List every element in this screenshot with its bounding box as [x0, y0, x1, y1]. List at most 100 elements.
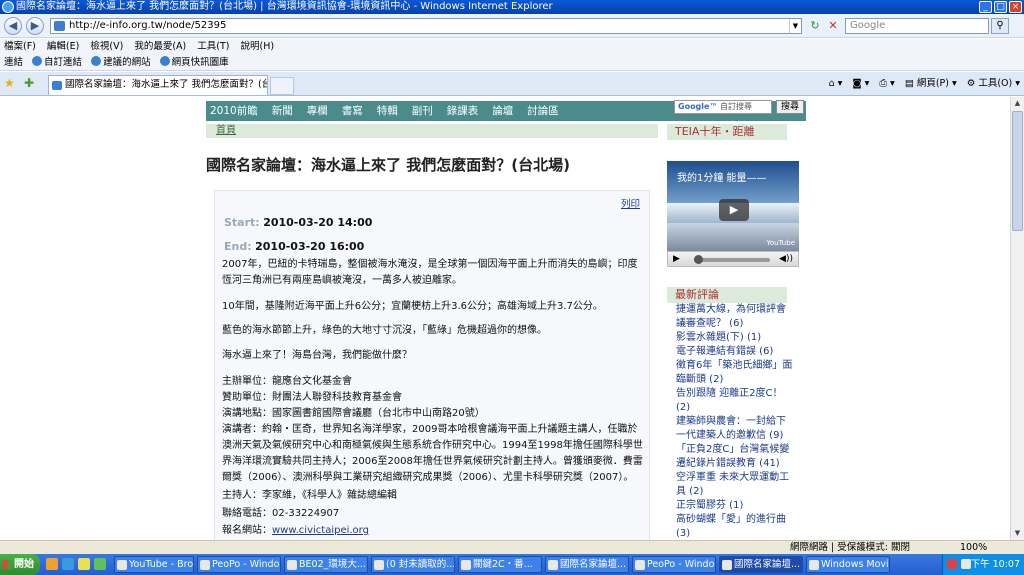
maximize-button[interactable]: □ [994, 1, 1007, 13]
breadcrumb-home[interactable]: 首頁 [216, 125, 236, 136]
minimize-button[interactable]: _ [979, 1, 992, 13]
app-icon [722, 560, 732, 570]
quicklaunch-icon[interactable] [46, 558, 58, 570]
sponsor: 贊助單位：財團法人聯發科技教育基金會 [222, 392, 402, 403]
app-icon [117, 560, 127, 570]
comment-link[interactable]: 告別跟隨 迎離正2度C！ (2) [676, 387, 794, 415]
search-icon[interactable]: ⚲ [991, 18, 1009, 34]
comment-link[interactable]: 捷運萬大線，為何環評會議審查呢？ (6) [676, 303, 794, 331]
app-icon [809, 560, 819, 570]
comment-link[interactable]: 高砂蝴蝶「愛」的進行曲 (3) [676, 513, 794, 540]
app-icon [461, 560, 471, 570]
new-tab-button[interactable] [270, 77, 294, 95]
vertical-scrollbar[interactable]: ▲ ▼ [1010, 97, 1024, 540]
close-button[interactable]: × [1009, 1, 1022, 13]
taskbar-button[interactable]: YouTube - Bro... [114, 556, 194, 573]
taskbar-button[interactable]: 關鍵2C・番... [458, 556, 542, 573]
taskbar-button[interactable]: 國際名家論壇... [545, 556, 629, 573]
signup-link[interactable]: www.civictaipei.org [272, 525, 369, 536]
scrollbar-thumb[interactable] [1012, 111, 1023, 231]
print-link[interactable]: 列印 [621, 196, 640, 210]
quicklaunch-icon[interactable] [94, 558, 106, 570]
tab-current[interactable]: 國際名家論壇：海水逼上來了 我們怎麼面對？(台... [48, 75, 268, 95]
browser-search-input[interactable]: Google [845, 18, 989, 34]
comment-link[interactable]: 徵育6年「築池氏細鄉」面臨斷頭 (2) [676, 359, 794, 387]
quicklaunch-icon[interactable] [62, 558, 74, 570]
favorites-star-icon[interactable]: ★ [4, 76, 15, 90]
comment-link[interactable]: 「正負2度C」台灣氣候變遷紀錄片錯誤教育 (41) [676, 443, 794, 471]
page-menu[interactable]: ▤ 網頁(P) ▾ [905, 76, 957, 92]
menu-tools[interactable]: 工具(T) [193, 39, 233, 55]
feeds-icon[interactable]: ◙ ▾ [852, 76, 869, 92]
volume-icon[interactable]: ◀)) [779, 252, 793, 266]
home-icon[interactable]: ⌂ ▾ [829, 76, 843, 92]
page-icon [54, 21, 65, 31]
command-bar: ⌂ ▾ ◙ ▾ ⎙ ▾ ▤ 網頁(P) ▾ ⚙ 工具(O) ▾ [829, 76, 1020, 92]
start-label: Start: [224, 216, 260, 229]
tray-icon[interactable] [947, 559, 957, 569]
address-input[interactable]: http://e-info.org.tw/node/52395 ▼ [50, 18, 802, 34]
link-custom[interactable]: 自訂連結 [32, 55, 82, 71]
signup: 報名網站：www.civictaipei.org [222, 523, 646, 539]
taskbar-button[interactable]: Windows Movi... [806, 556, 890, 573]
address-dropdown-icon[interactable]: ▼ [789, 19, 801, 33]
nav-item-news[interactable]: 新聞 [265, 101, 300, 121]
taskbar-button[interactable]: PeoPo - Windo... [197, 556, 281, 573]
address-url: http://e-info.org.tw/node/52395 [69, 20, 227, 31]
taskbar-button[interactable]: (0 封未讀取的... [371, 556, 455, 573]
menu-view[interactable]: 檢視(V) [86, 39, 127, 55]
page-icon [52, 81, 62, 90]
site-search-input[interactable]: Google™ 自訂搜尋 [674, 100, 772, 114]
internet-explorer-icon [2, 1, 14, 13]
menu-favorites[interactable]: 我的最愛(A) [130, 39, 190, 55]
video-player[interactable]: 我的1分鐘 能量—— ▶ YouTube [667, 161, 799, 251]
taskbar-button[interactable]: BE02_環境大... [284, 556, 368, 573]
play-icon[interactable]: ▶ [719, 199, 749, 221]
comment-link[interactable]: 影雲水雜題(下) (1) [676, 331, 794, 345]
tray-icon[interactable] [961, 559, 971, 569]
video-progress-knob[interactable] [694, 255, 703, 264]
forward-button[interactable]: ▶ [26, 17, 44, 35]
system-tray: 下午 10:07 [942, 554, 1024, 575]
window-title-bar: 國際名家論壇：海水逼上來了 我們怎麼面對？(台北場) | 台灣環境資訊協會-環境… [0, 0, 1024, 14]
start-button[interactable]: 開始 [0, 554, 40, 575]
add-favorites-icon[interactable]: ✚ [24, 76, 34, 90]
breadcrumb: 首頁 [206, 124, 658, 138]
nav-item-forum[interactable]: 論壇 [485, 101, 520, 121]
play-control-icon[interactable]: ▶ [673, 252, 680, 266]
tools-menu[interactable]: ⚙ 工具(O) ▾ [967, 76, 1020, 92]
comment-link[interactable]: 空浮軍重 未來大眾運動工具 (2) [676, 471, 794, 499]
clock: 下午 10:07 [970, 559, 1020, 570]
link-web-slice-gallery[interactable]: 網頁快訊圖庫 [159, 55, 229, 71]
comment-link[interactable]: 建築師與農會：一封給下一代建築人的邀歉信 (9) [676, 415, 794, 443]
link-suggested-sites[interactable]: 建議的網站 [91, 55, 151, 71]
quicklaunch-icon[interactable] [78, 558, 90, 570]
nav-item-discussion[interactable]: 討論區 [520, 101, 566, 121]
app-icon [548, 560, 558, 570]
article-paragraph: 2007年，巴紐的卡特瑞島，整個被海水淹沒，是全球第一個因海平面上升而消失的島嶼… [222, 259, 638, 286]
nav-item-2010[interactable]: 2010前瞻 [206, 101, 265, 121]
taskbar-button-active[interactable]: 國際名家論壇... [719, 556, 803, 573]
zoom-level[interactable]: 100% [960, 541, 987, 554]
nav-item-writing[interactable]: 書寫 [335, 101, 370, 121]
taskbar-button[interactable]: PeoPo - Windo... [632, 556, 716, 573]
comment-link[interactable]: 正宗蜀膠芬 (1) [676, 499, 794, 513]
menu-help[interactable]: 說明(H) [237, 39, 279, 55]
refresh-icon[interactable]: ↻ [806, 18, 824, 34]
scroll-up-icon[interactable]: ▲ [1011, 97, 1024, 110]
site-search-button[interactable]: 搜尋 [776, 100, 804, 114]
windows-logo-icon [3, 560, 12, 569]
nav-item-schedule[interactable]: 錄課表 [440, 101, 486, 121]
scroll-down-icon[interactable]: ▼ [1011, 527, 1024, 540]
menu-edit[interactable]: 編輯(E) [43, 39, 83, 55]
video-progress-bar[interactable] [694, 258, 770, 262]
print-icon[interactable]: ⎙ ▾ [879, 76, 894, 92]
address-bar-row: ◀ ▶ http://e-info.org.tw/node/52395 ▼ ↻ … [0, 14, 1024, 38]
stop-icon[interactable]: ✕ [824, 18, 842, 34]
nav-item-supplement[interactable]: 副刊 [405, 101, 440, 121]
back-button[interactable]: ◀ [4, 17, 22, 35]
comment-link[interactable]: 電子報連結有錯誤 (6) [676, 345, 794, 359]
nav-item-features[interactable]: 特輯 [370, 101, 405, 121]
nav-item-columns[interactable]: 專欄 [300, 101, 335, 121]
menu-file[interactable]: 檔案(F) [0, 39, 40, 55]
